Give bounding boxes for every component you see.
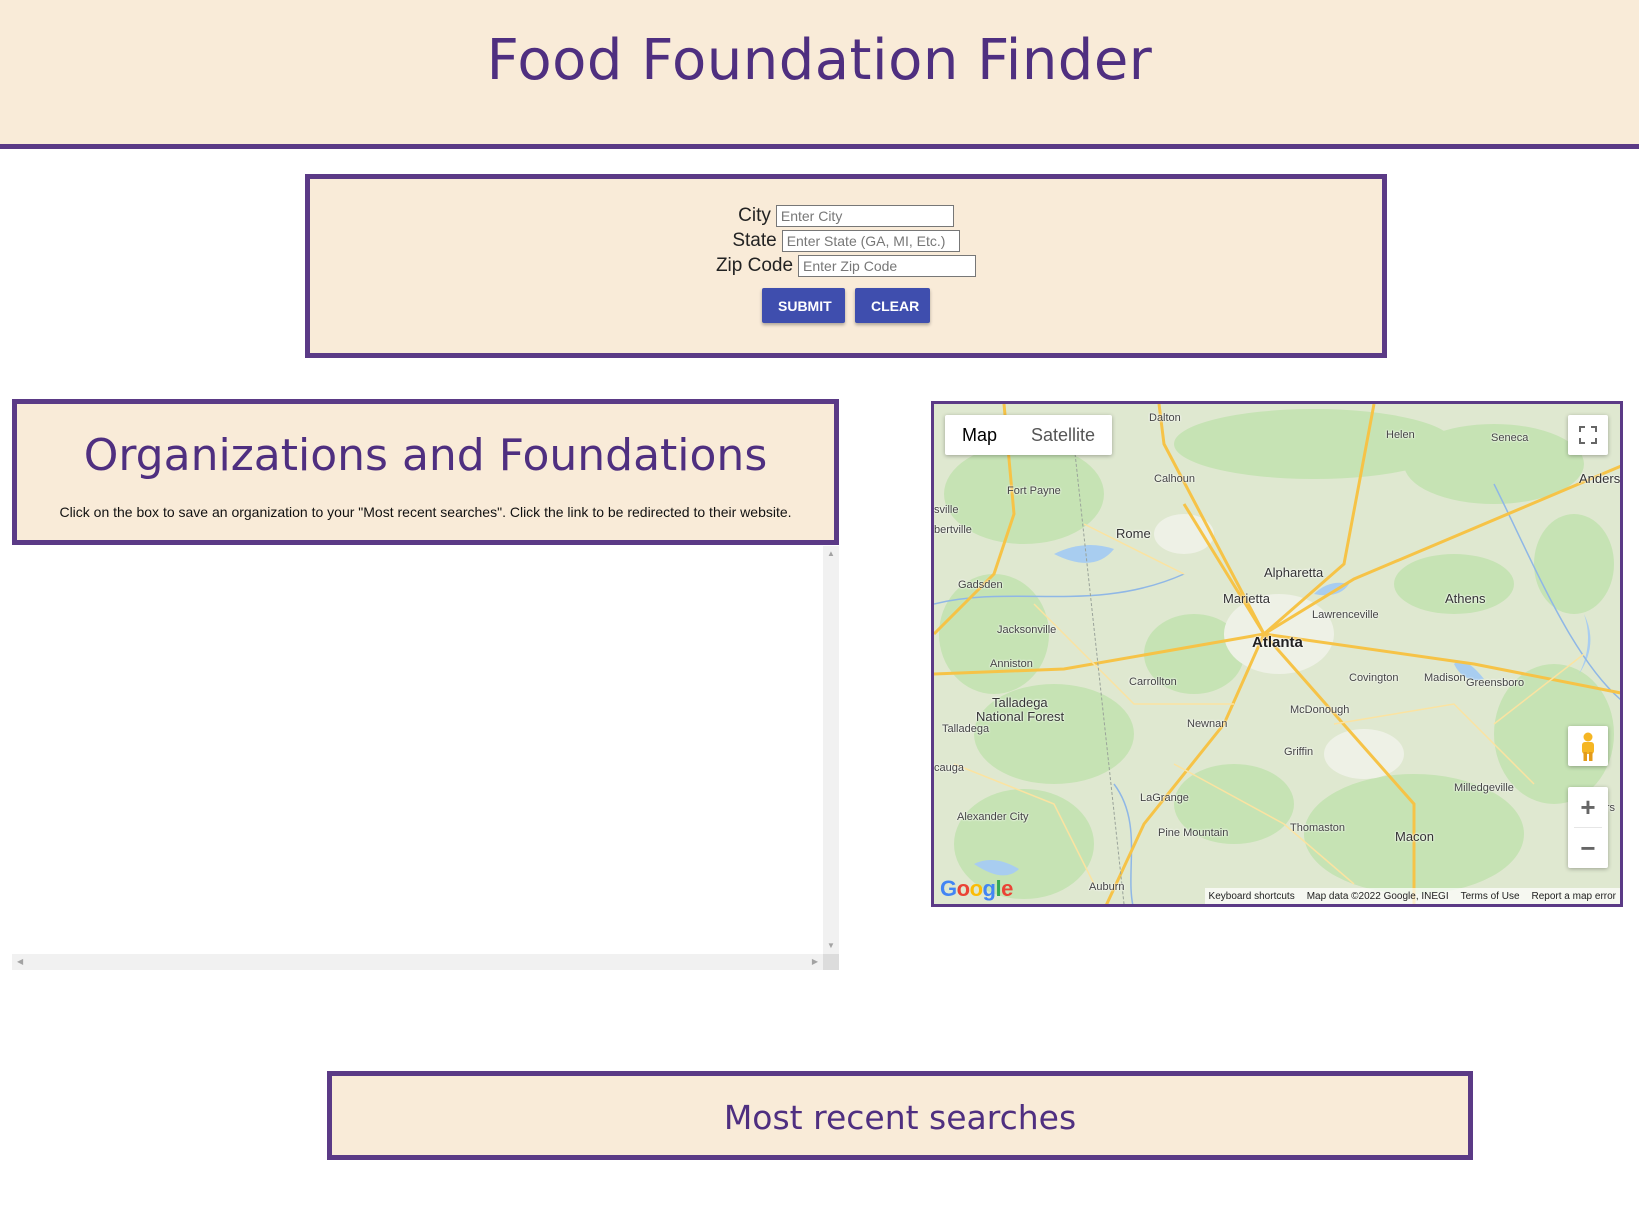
scroll-up-icon[interactable]: ▲ bbox=[827, 550, 835, 558]
pegman-button[interactable] bbox=[1568, 726, 1608, 766]
place-label: McDonough bbox=[1290, 704, 1350, 716]
recent-searches-header: Most recent searches bbox=[327, 1071, 1473, 1160]
place-label: Rome bbox=[1116, 526, 1151, 541]
city-input[interactable] bbox=[775, 205, 954, 227]
place-label: Helen bbox=[1386, 429, 1415, 441]
place-label: Jacksonville bbox=[997, 624, 1057, 636]
map-type-map-button[interactable]: Map bbox=[945, 415, 1014, 455]
button-row: SUBMIT CLEAR bbox=[310, 288, 1382, 323]
city-row: City bbox=[310, 205, 1382, 227]
state-label: State bbox=[732, 230, 777, 251]
place-label: Milledgeville bbox=[1454, 782, 1514, 794]
place-label: Covington bbox=[1349, 672, 1399, 684]
place-label: Alpharetta bbox=[1264, 565, 1324, 580]
search-form: City State Zip Code SUBMIT CLEAR bbox=[305, 174, 1387, 358]
place-label: Newnan bbox=[1187, 718, 1228, 730]
google-logo[interactable]: Google bbox=[940, 876, 1013, 902]
place-label: Calhoun bbox=[1154, 473, 1195, 485]
page-title: Food Foundation Finder bbox=[486, 28, 1153, 93]
fullscreen-button[interactable] bbox=[1568, 415, 1608, 455]
place-label: Anniston bbox=[990, 658, 1033, 670]
scroll-left-icon[interactable]: ◀ bbox=[17, 958, 23, 966]
place-label: Macon bbox=[1395, 829, 1435, 844]
place-label: bertville bbox=[934, 524, 972, 536]
map-view[interactable]: Dalton Helen Seneca Anderson Calhoun For… bbox=[931, 401, 1623, 907]
place-label: cauga bbox=[934, 762, 964, 774]
place-label: Griffin bbox=[1284, 746, 1314, 758]
terms-of-use-link[interactable]: Terms of Use bbox=[1461, 891, 1520, 902]
submit-button[interactable]: SUBMIT bbox=[762, 288, 845, 323]
place-label: Greensboro bbox=[1466, 677, 1525, 689]
organizations-header: Organizations and Foundations Click on t… bbox=[12, 399, 839, 545]
organizations-title: Organizations and Foundations bbox=[83, 430, 768, 481]
map-canvas[interactable] bbox=[934, 404, 1623, 907]
place-label: Talladega bbox=[942, 723, 990, 735]
place-label: Thomaston bbox=[1290, 822, 1346, 834]
keyboard-shortcuts-link[interactable]: Keyboard shortcuts bbox=[1209, 891, 1295, 902]
organizations-instructions: Click on the box to save an organization… bbox=[59, 504, 792, 520]
recent-searches-title: Most recent searches bbox=[723, 1098, 1077, 1137]
clear-button[interactable]: CLEAR bbox=[855, 288, 930, 323]
zoom-in-button[interactable]: + bbox=[1568, 787, 1608, 827]
place-label: Anderson bbox=[1579, 471, 1621, 486]
page-header: Food Foundation Finder bbox=[0, 0, 1639, 149]
map-footer: Keyboard shortcuts Map data ©2022 Google… bbox=[1204, 888, 1620, 904]
horizontal-scrollbar[interactable]: ◀ ▶ bbox=[12, 954, 823, 970]
place-label: Lawrenceville bbox=[1312, 609, 1379, 621]
vertical-scrollbar[interactable]: ▲ ▼ bbox=[823, 546, 839, 954]
place-label: National Forest bbox=[976, 709, 1065, 724]
state-row: State bbox=[310, 230, 1382, 252]
report-map-error-link[interactable]: Report a map error bbox=[1532, 891, 1616, 902]
scroll-right-icon[interactable]: ▶ bbox=[812, 958, 818, 966]
city-label: City bbox=[738, 205, 771, 226]
place-label: Dalton bbox=[1149, 412, 1181, 424]
place-label: Carrollton bbox=[1129, 676, 1177, 688]
scrollbar-corner bbox=[823, 954, 839, 970]
place-label: LaGrange bbox=[1140, 792, 1189, 804]
place-label-atlanta: Atlanta bbox=[1252, 634, 1303, 651]
place-label: Athens bbox=[1445, 591, 1486, 606]
fullscreen-icon bbox=[1579, 426, 1597, 444]
place-label: sville bbox=[934, 504, 959, 516]
zip-row: Zip Code bbox=[310, 255, 1382, 277]
zoom-out-button[interactable]: − bbox=[1568, 828, 1608, 868]
place-label: Marietta bbox=[1223, 591, 1270, 606]
place-label: Seneca bbox=[1491, 432, 1529, 444]
place-label: Talladega bbox=[992, 695, 1048, 710]
scroll-down-icon[interactable]: ▼ bbox=[827, 942, 835, 950]
place-label: Madison bbox=[1424, 672, 1466, 684]
place-label: Pine Mountain bbox=[1158, 827, 1229, 839]
map-type-control: Map Satellite bbox=[945, 415, 1113, 455]
zoom-control: + − bbox=[1568, 787, 1608, 868]
zip-label: Zip Code bbox=[715, 255, 794, 276]
place-label: Alexander City bbox=[957, 811, 1029, 823]
organizations-results[interactable]: ▲ ▼ ◀ ▶ bbox=[12, 546, 839, 970]
map-type-satellite-button[interactable]: Satellite bbox=[1014, 415, 1112, 455]
place-label: Auburn bbox=[1089, 881, 1125, 893]
state-input[interactable] bbox=[781, 230, 960, 252]
place-label: Fort Payne bbox=[1007, 485, 1061, 497]
zip-input[interactable] bbox=[798, 255, 977, 277]
place-label: Gadsden bbox=[958, 579, 1003, 591]
pegman-icon bbox=[1582, 732, 1594, 761]
map-data-attribution: Map data ©2022 Google, INEGI bbox=[1306, 890, 1449, 902]
